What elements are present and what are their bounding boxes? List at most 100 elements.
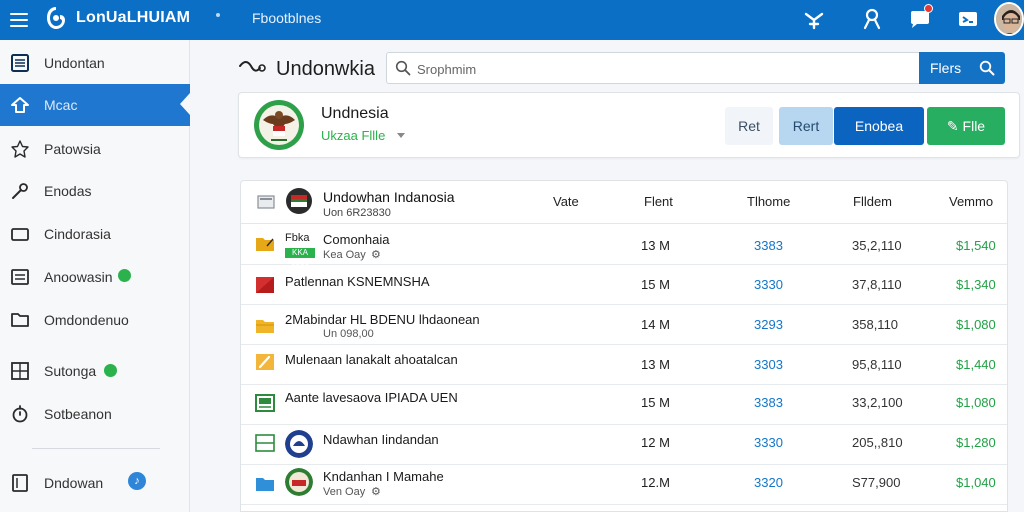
row-value: S77,900 — [852, 475, 901, 490]
sidebar-item-mcac[interactable]: Mcac — [0, 84, 190, 126]
row-count: 3383 — [754, 238, 783, 253]
home-icon — [11, 97, 29, 113]
avatar[interactable] — [994, 2, 1024, 36]
enobea-button[interactable]: Enobea — [834, 107, 924, 145]
archive-icon — [255, 394, 275, 412]
row-price: $1,340 — [956, 277, 996, 292]
table-row[interactable]: Ndawhan Iindandan 12 M 3330 205,,810 $1,… — [241, 425, 1007, 465]
column-header-vate[interactable]: Vate — [553, 194, 579, 209]
profile-subtitle[interactable]: Ukzaa Fllle — [321, 128, 385, 143]
row-value: 33,2,100 — [852, 395, 903, 410]
files-table: Undowhan Indanosia Uon 6R23830 Vate Flen… — [240, 180, 1008, 512]
table-row[interactable]: Mulenaan lanakalt ahoatalcan 13 M 3303 9… — [241, 345, 1007, 385]
list-icon — [11, 269, 29, 285]
row-subtitle: Kea Oay — [323, 249, 366, 261]
column-header-name[interactable]: Undowhan Indanosia — [323, 189, 455, 205]
sidebar-item-label: Sutonga — [44, 363, 97, 379]
table-row[interactable]: Kndanhan I Mamahe Ven Oay ⚙ 12.M 3320 S7… — [241, 465, 1007, 505]
separator-dot — [216, 13, 220, 17]
sidebar-item-omdondenuo[interactable]: Omdondenuo — [0, 299, 190, 341]
sidebar-item-dndowan[interactable]: Dndowan — [0, 462, 190, 504]
column-header-flldem[interactable]: Flldem — [853, 194, 892, 209]
wrench-icon — [12, 183, 28, 199]
search-box[interactable] — [386, 52, 920, 84]
row-price: $1,080 — [956, 317, 996, 332]
sidebar-item-sotbeanon[interactable]: Sotbeanon — [0, 393, 190, 435]
row-price: $1,080 — [956, 395, 996, 410]
sidebar-item-patowsia[interactable]: Patowsia — [0, 128, 190, 170]
sidebar-item-label: Enodas — [44, 183, 92, 199]
inbox-icon[interactable] — [956, 7, 980, 31]
star-icon — [11, 140, 29, 158]
sidebar-item-label: Undontan — [44, 55, 105, 71]
logo-icon[interactable] — [44, 5, 68, 31]
folder-icon — [256, 320, 274, 333]
row-size: 15 M — [641, 277, 670, 292]
page-title: Undonwkia — [276, 58, 375, 80]
sidebar-divider — [32, 448, 160, 449]
top-bar: LonUaLHUIAM Fbootblnes — [0, 0, 1024, 40]
folder-icon — [256, 238, 274, 251]
profile-name: Undnesia — [321, 105, 389, 122]
row-value: 205,,810 — [852, 435, 903, 450]
sidebar-item-sutonga[interactable]: Sutonga — [0, 350, 190, 392]
file-button[interactable]: ✎ Flle — [927, 107, 1005, 145]
row-price: $1,540 — [956, 238, 996, 253]
checkbox-icon[interactable] — [257, 195, 275, 209]
rert-button[interactable]: Rert — [779, 107, 833, 145]
row-count: 3320 — [754, 475, 783, 490]
row-name: Kndanhan I Mamahe — [323, 469, 444, 484]
sidebar-item-enodas[interactable]: Enodas — [0, 170, 190, 212]
sidebar-item-label: Patowsia — [44, 141, 101, 157]
edit-icon: ✎ — [946, 118, 963, 134]
tab-label[interactable]: Fbootblnes — [252, 10, 321, 26]
table-row[interactable]: Patlennan KSNEMNSHA 15 M 3330 37,8,110 $… — [241, 265, 1007, 305]
red-file-icon — [256, 277, 274, 293]
emblem-icon — [254, 100, 304, 150]
row-price: $1,040 — [956, 475, 996, 490]
search-input[interactable] — [417, 59, 897, 79]
sidebar-item-label: Anoowasin — [44, 269, 113, 285]
menu-icon[interactable] — [10, 9, 30, 29]
table-row[interactable]: Aante lavesaova IPIADA UEN 15 M 3383 33,… — [241, 385, 1007, 425]
folder-icon — [11, 228, 29, 241]
search-icon — [395, 60, 411, 76]
sidebar-item-undontan[interactable]: Undontan — [0, 42, 190, 84]
sidebar-item-label: Omdondenuo — [44, 312, 129, 328]
row-size: 13 M — [641, 238, 670, 253]
back-icon[interactable] — [238, 56, 266, 78]
row-price: $1,440 — [956, 357, 996, 372]
chevron-down-icon[interactable] — [397, 133, 405, 138]
row-subtitle: Ven Oay — [323, 486, 366, 498]
sidebar-item-cindorasia[interactable]: Cindorasia — [0, 213, 190, 255]
row-name: Aante lavesaova IPIADA UEN — [285, 390, 458, 405]
ret-button[interactable]: Ret — [725, 107, 773, 145]
column-header-vemmo[interactable]: Vemmo — [949, 194, 993, 209]
row-badge: KKA 0888 — [285, 248, 315, 267]
avatar-portrait-icon — [996, 4, 1022, 34]
row-name: 2Mabindar HL BDENU lhdaonean — [285, 312, 480, 327]
sidebar-item-anoowasin[interactable]: Anoowasin — [0, 256, 190, 298]
emblem-icon — [285, 430, 313, 458]
table-row[interactable]: Fbka KKA 0888 Comonhaia Kea Oay ⚙ 13 M 3… — [241, 225, 1007, 267]
file-button-label: Flle — [962, 118, 986, 134]
sidebar-badge: ♪ — [128, 472, 146, 490]
row-name: Ndawhan Iindandan — [323, 432, 439, 447]
active-indicator — [180, 93, 190, 115]
column-header-tlhome[interactable]: Tlhome — [747, 194, 790, 209]
user-icon[interactable] — [860, 7, 884, 31]
notification-dot — [924, 4, 933, 13]
emblem-icon — [285, 468, 313, 496]
row-count: 3330 — [754, 277, 783, 292]
filter-button[interactable]: Flers — [919, 52, 1005, 84]
bolt-icon[interactable] — [802, 7, 826, 31]
grid-icon — [11, 362, 29, 380]
column-header-flent[interactable]: Flent — [644, 194, 673, 209]
row-value: 95,8,110 — [852, 357, 902, 372]
row-value: 358,110 — [852, 317, 899, 332]
table-row[interactable]: 2Mabindar HL BDENU lhdaonean Un 098,00 1… — [241, 305, 1007, 345]
table-header: Undowhan Indanosia Uon 6R23830 Vate Flen… — [241, 181, 1007, 224]
sidebar-item-label: Sotbeanon — [44, 406, 112, 422]
row-size: 13 M — [641, 357, 670, 372]
info-icon: ⚙ — [371, 486, 381, 498]
